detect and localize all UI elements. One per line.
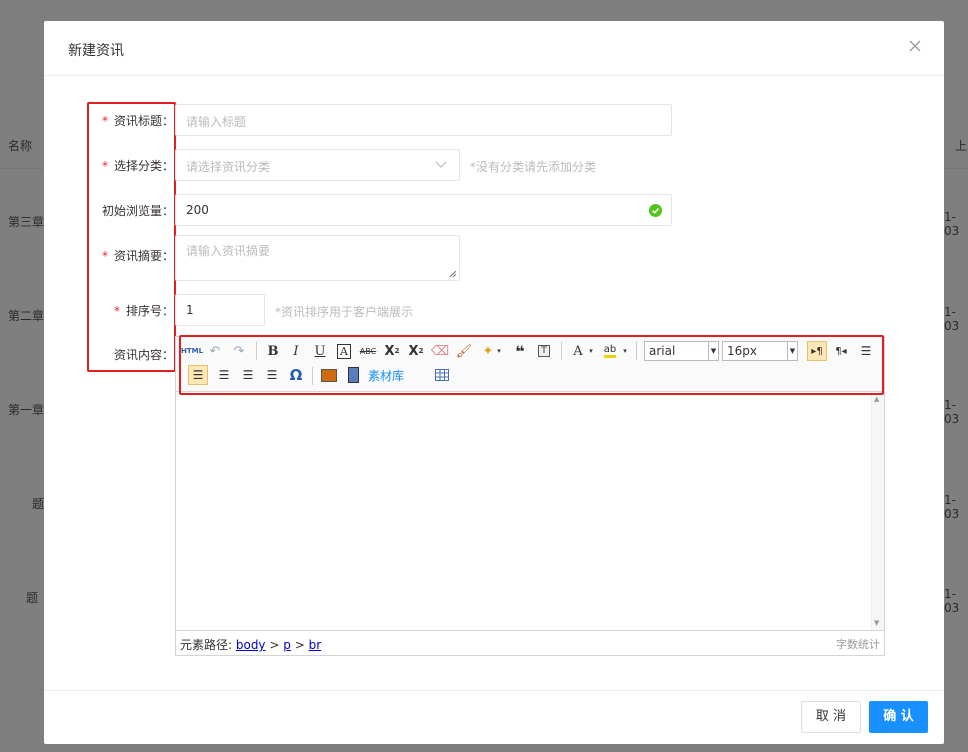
- required-asterisk: *: [101, 159, 108, 173]
- required-asterisk: *: [101, 249, 108, 263]
- blockquote-icon[interactable]: ❝: [510, 341, 530, 361]
- summary-textarea[interactable]: 请输入资讯摘要: [175, 235, 460, 281]
- html-source-button[interactable]: HTML: [181, 341, 203, 361]
- sort-hint: *资讯排序用于客户端展示: [275, 305, 414, 319]
- views-label: 初始浏览量：: [101, 204, 174, 218]
- labels-highlight-box: [87, 102, 176, 372]
- material-library-button[interactable]: 素材库: [368, 365, 408, 385]
- scroll-up-icon[interactable]: ▲: [874, 395, 879, 403]
- confirm-button[interactable]: 确 认: [869, 701, 928, 733]
- align-right-icon[interactable]: ☰: [238, 365, 258, 385]
- eraser-icon[interactable]: ⌫: [430, 341, 450, 361]
- align-left-icon[interactable]: ☰: [188, 365, 208, 385]
- editor-scrollbar[interactable]: ▲ ▼: [871, 392, 884, 630]
- editor-toolbar: HTML ↶ ↷ B I U A ABC X2 X2 ⌫ 🖌 ✦ ▾ ❝ T A…: [176, 337, 884, 392]
- category-select[interactable]: 请选择资讯分类: [175, 149, 460, 181]
- align-justify-icon[interactable]: ☰: [262, 365, 282, 385]
- new-article-dialog: 新建资讯 * 资讯标题： * 选择分类： 初始浏览量： * 资讯摘要： * 排序号： 资…: [44, 21, 944, 744]
- path-link-body[interactable]: body: [236, 638, 266, 652]
- title-label: * 资讯标题：: [101, 114, 174, 128]
- toolbar-divider: [256, 342, 257, 360]
- font-family-select[interactable]: arial ▼: [644, 341, 719, 361]
- check-circle-icon: [649, 204, 662, 217]
- underline-icon[interactable]: U: [310, 341, 330, 361]
- table-icon[interactable]: [432, 365, 452, 385]
- dialog-footer: 取 消 确 认: [44, 690, 944, 744]
- category-label: * 选择分类：: [101, 159, 174, 173]
- special-char-omega-icon[interactable]: Ω: [286, 365, 306, 385]
- bold-icon[interactable]: B: [263, 341, 283, 361]
- path-link-br[interactable]: br: [309, 638, 322, 652]
- font-color-icon[interactable]: A: [568, 341, 588, 361]
- highlight-color-icon[interactable]: ab: [600, 341, 620, 361]
- element-path: 元素路径: body > p > br: [180, 638, 322, 652]
- toolbar-divider: [561, 342, 562, 360]
- indent-icon[interactable]: ☰: [856, 341, 876, 361]
- toolbar-divider: [636, 342, 637, 360]
- chevron-down-icon[interactable]: ▾: [620, 341, 630, 361]
- editor-content-area[interactable]: [176, 392, 872, 630]
- chevron-down-icon[interactable]: ▾: [494, 341, 504, 361]
- paste-plain-icon[interactable]: T: [534, 341, 554, 361]
- subscript-icon[interactable]: X2: [406, 341, 426, 361]
- rich-text-editor: HTML ↶ ↷ B I U A ABC X2 X2 ⌫ 🖌 ✦ ▾ ❝ T A…: [175, 336, 885, 656]
- chevron-down-icon[interactable]: ▾: [586, 341, 596, 361]
- close-icon[interactable]: [908, 39, 922, 53]
- category-hint: *没有分类请先添加分类: [470, 160, 597, 174]
- font-size-select[interactable]: 16px ▼: [722, 341, 798, 361]
- resize-handle-icon[interactable]: [449, 270, 457, 278]
- superscript-icon[interactable]: X2: [382, 341, 402, 361]
- dialog-title: 新建资讯: [68, 43, 124, 59]
- ltr-direction-icon[interactable]: ▸¶: [807, 341, 827, 361]
- path-link-p[interactable]: p: [283, 638, 291, 652]
- word-count: 字数统计: [836, 638, 880, 651]
- content-label: 资讯内容：: [113, 348, 174, 362]
- image-icon[interactable]: [319, 365, 339, 385]
- format-painter-icon[interactable]: 🖌: [454, 341, 474, 361]
- scroll-down-icon[interactable]: ▼: [874, 619, 879, 627]
- font-border-icon[interactable]: A: [334, 341, 354, 361]
- editor-statusbar: 元素路径: body > p > br 字数统计: [176, 630, 884, 655]
- required-asterisk: *: [113, 304, 120, 318]
- rtl-direction-icon[interactable]: ¶◂: [831, 341, 851, 361]
- undo-icon[interactable]: ↶: [205, 341, 225, 361]
- required-asterisk: *: [101, 114, 108, 128]
- video-icon[interactable]: [343, 365, 363, 385]
- italic-icon[interactable]: I: [286, 341, 306, 361]
- sort-label: * 排序号：: [113, 304, 174, 318]
- views-input[interactable]: 200: [175, 194, 672, 226]
- redo-icon[interactable]: ↷: [229, 341, 249, 361]
- dialog-header: 新建资讯: [44, 21, 944, 76]
- strikethrough-icon[interactable]: ABC: [358, 341, 378, 361]
- summary-label: * 资讯摘要：: [101, 249, 174, 263]
- cancel-button[interactable]: 取 消: [801, 701, 861, 733]
- chevron-down-icon: [435, 161, 447, 168]
- title-input[interactable]: 请输入标题: [175, 104, 672, 136]
- toolbar-divider: [312, 367, 313, 385]
- sort-input[interactable]: 1: [175, 294, 265, 326]
- align-center-icon[interactable]: ☰: [214, 365, 234, 385]
